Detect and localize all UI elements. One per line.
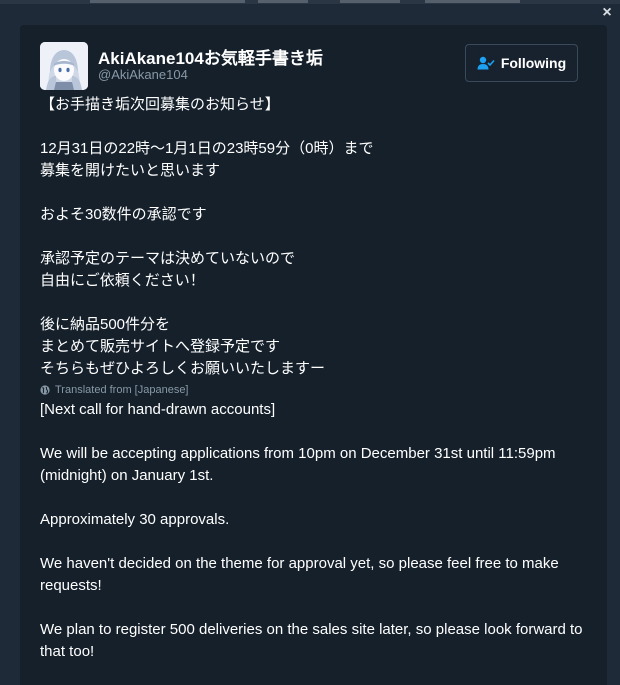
screen-name[interactable]: @AkiAkane104 (98, 67, 188, 82)
tweet-line: まとめて販売サイトへ登録予定です (40, 338, 281, 355)
translation-line: We plan to register 500 deliveries on th… (40, 621, 583, 660)
tweet-line: そちらもぜひよろしくお願いいたしますー (40, 360, 326, 377)
tweet-line: 12月31日の22時～1月1日の23時59分（0時）まで (40, 140, 374, 157)
tweet-line: 自由にご依頼ください！ (40, 272, 205, 289)
following-button[interactable]: Following (465, 44, 578, 82)
person-check-icon (477, 56, 495, 70)
tweet-modal: AkiAkane104お気軽手書き垢 @AkiAkane104 Followin… (20, 25, 607, 685)
translated-from-label: Translated from [Japanese] (40, 381, 585, 399)
translation-line: We haven't decided on the theme for appr… (40, 555, 559, 594)
translation-line: Approximately 30 approvals. (40, 511, 230, 528)
avatar[interactable] (40, 42, 88, 90)
translation-text: [Next call for hand-drawn accounts] We w… (40, 399, 585, 663)
close-icon[interactable]: × (598, 4, 616, 22)
translation-line: [Next call for hand-drawn accounts] (40, 401, 276, 418)
tweet-line: およそ30数件の承認です (40, 206, 207, 223)
background-page-strip (0, 0, 620, 4)
globe-icon (40, 385, 50, 395)
tweet-text: 【お手描き垢次回募集のお知らせ】 12月31日の22時～1月1日の23時59分（… (40, 94, 585, 663)
display-name[interactable]: AkiAkane104お気軽手書き垢 (98, 44, 323, 69)
translation-line: We will be accepting applications from 1… (40, 445, 556, 484)
translated-from-text: Translated from [Japanese] (55, 384, 189, 396)
tweet-line: 募集を開けたいと思います (40, 162, 221, 179)
following-button-label: Following (500, 55, 567, 71)
tweet-line: 後に納品500件分を (40, 316, 171, 333)
avatar-illustration (40, 42, 88, 90)
tweet-line: 【お手描き垢次回募集のお知らせ】 (40, 96, 280, 113)
tweet-line: 承認予定のテーマは決めていないので (40, 250, 296, 267)
